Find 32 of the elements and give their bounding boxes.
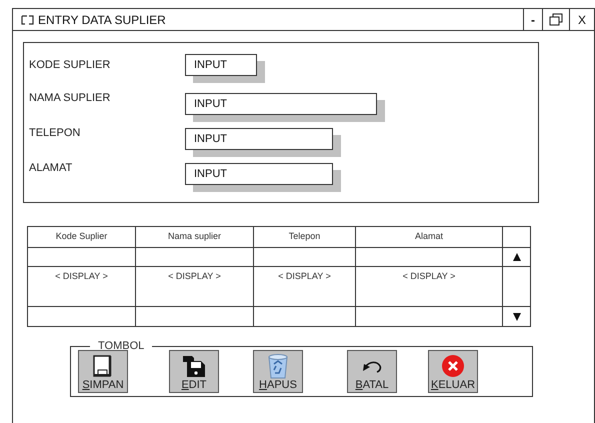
minimize-button[interactable]: -: [523, 9, 543, 30]
toolbar-button[interactable]: KELUAR: [428, 350, 478, 393]
table-cell: < DISPLAY >: [136, 267, 254, 306]
toolbar-button[interactable]: BATAL: [347, 350, 397, 393]
column-header: Alamat: [356, 227, 503, 247]
field-label: TELEPON: [29, 126, 82, 141]
input-field[interactable]: INPUT: [185, 93, 377, 115]
table-cell: < DISPLAY >: [356, 267, 503, 306]
input-field[interactable]: INPUT: [185, 163, 333, 185]
scroll-up-icon[interactable]: [512, 253, 520, 261]
close-button[interactable]: X: [570, 9, 594, 30]
field-label: KODE SUPLIER: [29, 58, 112, 73]
toolbar-button[interactable]: EDIT: [169, 350, 219, 393]
input-field[interactable]: INPUT: [185, 54, 257, 76]
window-title: ENTRY DATA SUPLIER: [38, 12, 166, 28]
input-field[interactable]: INPUT: [185, 128, 333, 150]
column-header: Kode Suplier: [28, 227, 136, 247]
restore-icon: [549, 13, 563, 26]
field-label: ALAMAT: [29, 161, 74, 176]
table-cell: < DISPLAY >: [28, 267, 136, 306]
column-header: Nama suplier: [136, 227, 254, 247]
field-label: NAMA SUPLIER: [29, 91, 112, 106]
table-cell: < DISPLAY >: [254, 267, 356, 306]
toolbar-button[interactable]: HAPUS: [253, 350, 303, 393]
column-header: Telepon: [254, 227, 356, 247]
group-legend: TOMBOL: [90, 341, 152, 352]
scroll-down-icon[interactable]: [512, 312, 520, 320]
close-circle-icon: [441, 354, 465, 378]
recycle-bin-icon: [266, 352, 290, 380]
window-icon: [21, 14, 35, 24]
toolbar-button[interactable]: SIMPAN: [78, 350, 128, 393]
undo-arrow-icon: [361, 358, 383, 372]
